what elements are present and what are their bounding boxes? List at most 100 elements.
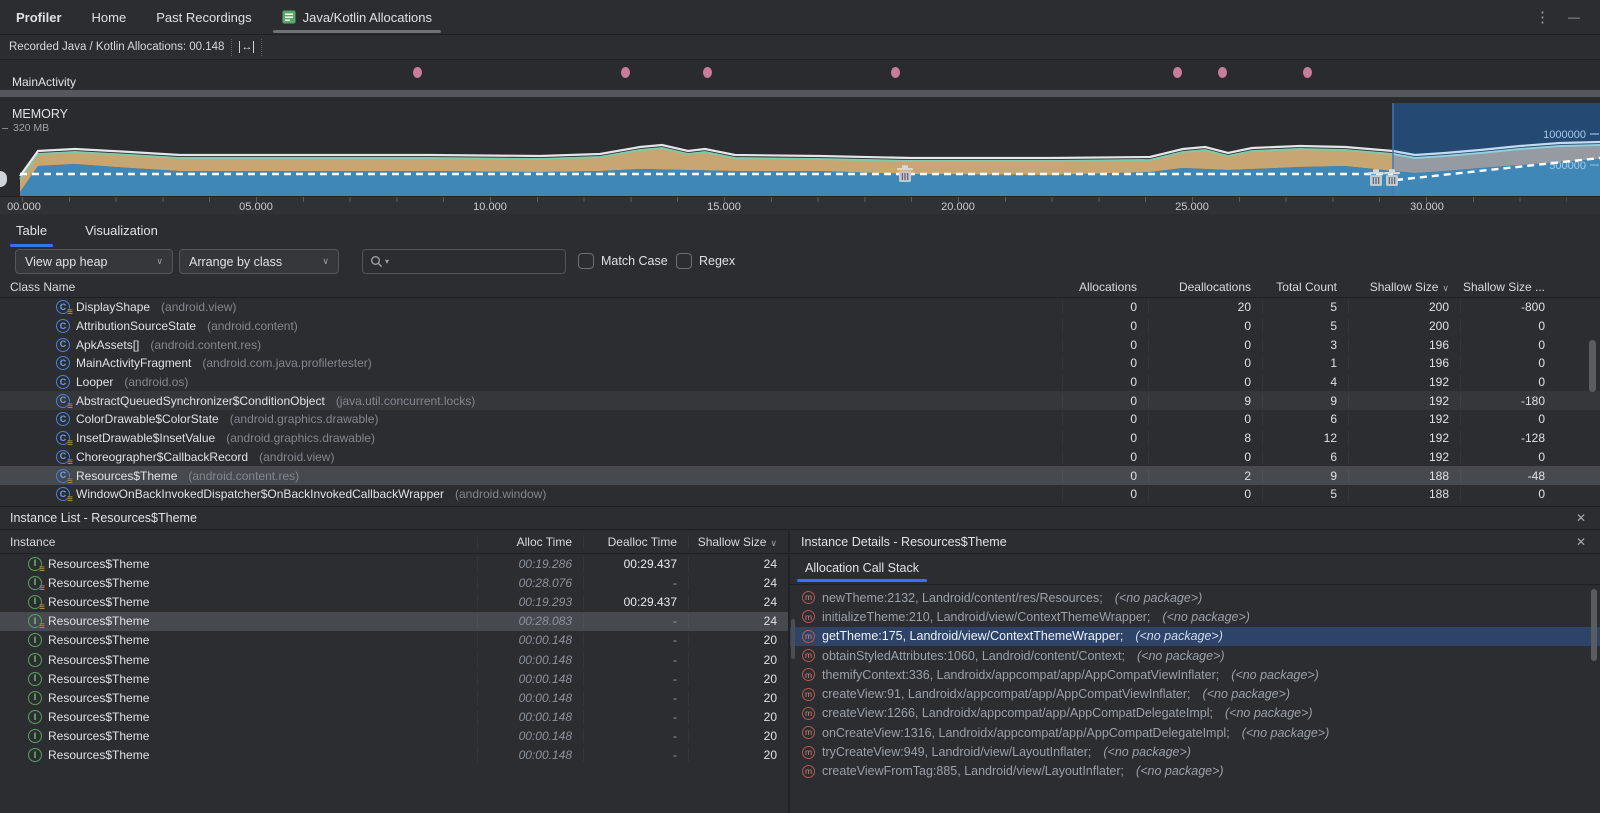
axis-label: 15.000	[707, 201, 741, 213]
event-marker-icon[interactable]	[621, 67, 630, 78]
instance-icon: I	[28, 614, 42, 628]
tab-profiler[interactable]: Profiler	[14, 0, 77, 34]
stack-frame[interactable]: mthemifyContext:336, Landroidx/appcompat…	[790, 665, 1600, 684]
instance-icon: I	[28, 595, 42, 609]
class-icon: C	[56, 394, 70, 408]
column-shallow-size-change[interactable]: Shallow Size ...	[1460, 280, 1556, 294]
window-tab-bar: Profiler Home Past Recordings Java/Kotli…	[0, 0, 1600, 35]
method-icon: m	[802, 726, 815, 739]
column-class-name[interactable]: Class Name	[0, 280, 1062, 294]
activity-lifecycle-bar[interactable]	[0, 90, 1600, 97]
window-buttons: ⋮ —	[1535, 8, 1600, 26]
instance-row[interactable]: IResources$Theme 00:00.148-20	[0, 669, 788, 688]
event-marker-icon[interactable]	[703, 67, 712, 78]
table-row[interactable]: CAttributionSourceState(android.content)…	[0, 317, 1600, 336]
tab-visualization[interactable]: Visualization	[83, 217, 160, 244]
table-row[interactable]: CChoreographer$CallbackRecord(android.vi…	[0, 448, 1600, 467]
method-icon: m	[802, 688, 815, 701]
instance-row[interactable]: IResources$Theme 00:00.148-20	[0, 688, 788, 707]
instance-icon: I	[28, 576, 42, 590]
table-row[interactable]: CDisplayShape(android.view) 0205200-800	[0, 298, 1600, 317]
instance-row[interactable]: IResources$Theme 00:00.148-20	[0, 727, 788, 746]
event-marker-icon[interactable]	[1303, 67, 1312, 78]
more-options-icon[interactable]: ⋮	[1535, 8, 1550, 26]
instance-row[interactable]: IResources$Theme 00:28.076-24	[0, 573, 788, 592]
y-axis-tick	[2, 128, 8, 129]
arrange-select[interactable]: Arrange by class ∨	[179, 249, 339, 274]
match-case-checkbox[interactable]	[578, 253, 594, 269]
instance-row[interactable]: IResources$Theme 00:00.148-20	[0, 746, 788, 765]
tab-allocation-call-stack[interactable]: Allocation Call Stack	[803, 561, 921, 575]
table-row[interactable]: CColorDrawable$ColorState(android.graphi…	[0, 410, 1600, 429]
tab-home-label: Home	[92, 10, 127, 25]
regex-checkbox[interactable]	[676, 253, 692, 269]
activity-name: MainActivity	[12, 75, 76, 89]
tab-home[interactable]: Home	[77, 0, 142, 34]
stack-frame[interactable]: mtryCreateView:949, Landroid/view/Layout…	[790, 742, 1600, 761]
stack-frame[interactable]: mcreateViewFromTag:885, Landroid/view/La…	[790, 762, 1600, 781]
search-options-caret-icon[interactable]: ▾	[385, 257, 389, 266]
record-label: Recorded Java / Kotlin Allocations: 00.1…	[9, 41, 224, 53]
call-stack-scrollbar[interactable]	[1591, 589, 1597, 661]
table-row[interactable]: CMainActivityFragment(android.com.java.p…	[0, 354, 1600, 373]
method-icon: m	[802, 668, 815, 681]
close-icon[interactable]: ✕	[1576, 511, 1586, 525]
stack-frame-selected[interactable]: mgetTheme:175, Landroid/view/ContextThem…	[790, 627, 1600, 646]
tab-table-label: Table	[16, 223, 47, 238]
column-shallow-size[interactable]: Shallow Size∨	[1348, 280, 1460, 294]
column-deallocations[interactable]: Deallocations	[1148, 280, 1262, 294]
details-left-scrollbar[interactable]	[791, 619, 795, 659]
table-row[interactable]: CApkAssets[](android.content.res) 003196…	[0, 335, 1600, 354]
allocation-call-stack-list: mnewTheme:2132, Landroid/content/res/Res…	[790, 588, 1600, 781]
zoom-to-selection-icon[interactable]: ↔	[239, 41, 254, 53]
divider	[231, 39, 232, 56]
instance-row[interactable]: IResources$Theme 00:00.148-20	[0, 631, 788, 650]
heap-select[interactable]: View app heap ∨	[15, 249, 173, 274]
column-shallow-size[interactable]: Shallow Size∨	[688, 535, 788, 549]
search-field[interactable]: ▾	[362, 249, 566, 274]
search-icon	[370, 255, 383, 268]
timeline-panel[interactable]: MainActivity MEMORY 320 MB 1000000 50000…	[0, 60, 1600, 214]
stack-frame[interactable]: mobtainStyledAttributes:1060, Landroid/c…	[790, 646, 1600, 665]
class-icon: C	[56, 300, 70, 314]
event-marker-icon[interactable]	[1173, 67, 1182, 78]
event-marker-icon[interactable]	[891, 67, 900, 78]
axis-label: 00.000	[7, 201, 41, 213]
stack-frame[interactable]: minitializeTheme:210, Landroid/view/Cont…	[790, 607, 1600, 626]
instance-row[interactable]: IResources$Theme 00:00.148-20	[0, 650, 788, 669]
class-table-header: Class Name Allocations Deallocations Tot…	[0, 277, 1600, 298]
table-row[interactable]: CAbstractQueuedSynchronizer$ConditionObj…	[0, 391, 1600, 410]
table-row-selected[interactable]: CResources$Theme(android.content.res) 02…	[0, 466, 1600, 485]
table-row[interactable]: CLooper(android.os) 0041920	[0, 373, 1600, 392]
close-icon[interactable]: ✕	[1576, 535, 1586, 549]
chevron-down-icon: ∨	[148, 256, 163, 267]
tab-past-recordings[interactable]: Past Recordings	[141, 0, 266, 34]
column-total-count[interactable]: Total Count	[1262, 280, 1348, 294]
column-allocations[interactable]: Allocations	[1062, 280, 1148, 294]
column-instance[interactable]: Instance	[0, 535, 477, 549]
stack-frame[interactable]: mcreateView:91, Landroidx/appcompat/app/…	[790, 684, 1600, 703]
column-alloc-time[interactable]: Alloc Time	[477, 535, 583, 549]
table-row[interactable]: CWindowOnBackInvokedDispatcher$OnBackInv…	[0, 485, 1600, 504]
event-marker-icon[interactable]	[1218, 67, 1227, 78]
minimize-icon[interactable]: —	[1568, 10, 1580, 24]
stack-frame[interactable]: mcreateView:1266, Landroidx/appcompat/ap…	[790, 704, 1600, 723]
instance-row-selected[interactable]: IResources$Theme 00:28.083-24	[0, 612, 788, 631]
stack-frame[interactable]: mnewTheme:2132, Landroid/content/res/Res…	[790, 588, 1600, 607]
method-icon: m	[802, 610, 815, 623]
class-table-scrollbar[interactable]	[1589, 340, 1596, 392]
search-input[interactable]	[391, 255, 531, 269]
instance-row[interactable]: IResources$Theme 00:00.148-20	[0, 708, 788, 727]
instance-row[interactable]: IResources$Theme 00:19.29300:29.43724	[0, 592, 788, 611]
tab-table[interactable]: Table	[14, 217, 49, 244]
axis-label: 25.000	[1175, 201, 1209, 213]
tab-java-kotlin-allocations[interactable]: Java/Kotlin Allocations	[267, 0, 447, 34]
memory-chart[interactable]: 1000000 500000	[0, 103, 1600, 196]
event-marker-icon[interactable]	[413, 67, 422, 78]
stack-frame[interactable]: monCreateView:1316, Landroidx/appcompat/…	[790, 723, 1600, 742]
class-icon: C	[56, 412, 70, 426]
instance-icon: I	[28, 748, 42, 762]
column-dealloc-time[interactable]: Dealloc Time	[583, 535, 688, 549]
instance-row[interactable]: IResources$Theme 00:19.28600:29.43724	[0, 554, 788, 573]
table-row[interactable]: CInsetDrawable$InsetValue(android.graphi…	[0, 429, 1600, 448]
